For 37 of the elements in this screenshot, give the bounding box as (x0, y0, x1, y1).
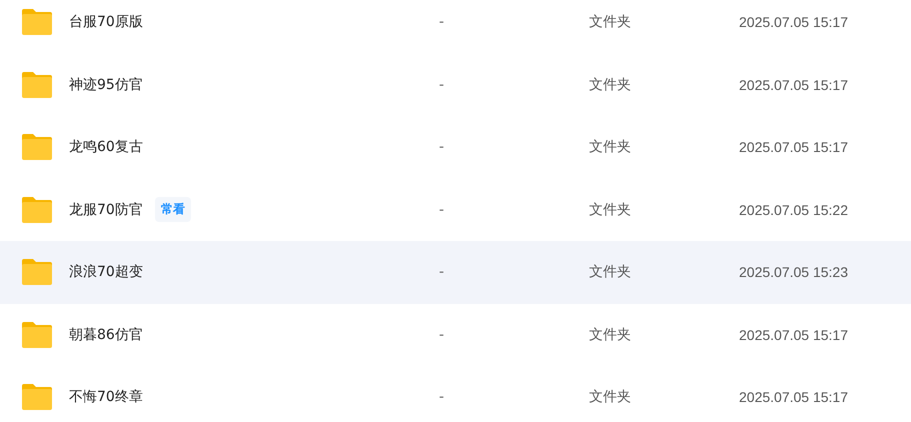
size-cell-text: - (439, 389, 446, 406)
date-cell: 2025.07.05 15:17 (739, 76, 848, 93)
type-cell-text: 文件夹 (589, 388, 632, 406)
folder-icon (22, 72, 52, 98)
type-cell-text: 文件夹 (589, 138, 632, 156)
date-cell: 2025.07.05 15:17 (739, 326, 848, 343)
size-cell-text: - (439, 264, 446, 280)
file-row[interactable]: 浪浪70超变 - 文件夹 2025.07.05 15:23 (0, 241, 911, 304)
type-cell-text: 文件夹 (589, 13, 632, 32)
size-cell-text: - (439, 139, 446, 156)
date-cell: 2025.07.05 15:22 (739, 202, 848, 218)
size-cell-text: - (439, 326, 446, 343)
type-cell-text: 文件夹 (589, 200, 632, 219)
folder-icon (22, 134, 52, 160)
type-cell-text: 文件夹 (589, 263, 632, 282)
size-cell-text: - (439, 14, 446, 30)
folder-name: 台服70原版 (69, 13, 143, 32)
date-cell: 2025.07.05 15:17 (739, 389, 848, 406)
folder-name: 浪浪70超变 (69, 263, 143, 282)
folder-name: 朝暮86仿官 (69, 326, 143, 344)
size-cell-text: - (439, 202, 446, 218)
folder-icon (22, 259, 52, 286)
size-cell-text: - (439, 76, 446, 93)
folder-icon (22, 196, 52, 223)
date-cell: 2025.07.05 15:23 (739, 264, 848, 280)
folder-name: 不悔70终章 (69, 388, 143, 406)
date-cell: 2025.07.05 15:17 (739, 14, 848, 30)
type-cell-text: 文件夹 (589, 76, 632, 94)
folder-icon (22, 384, 52, 410)
folder-icon (22, 9, 52, 36)
folder-name: 龙鸣60复古 (69, 138, 143, 156)
folder-icon (22, 322, 52, 348)
folder-name: 龙服70防官 (69, 200, 143, 219)
tag-label: 常看 (154, 197, 191, 222)
type-cell-text: 文件夹 (589, 326, 632, 344)
date-cell: 2025.07.05 15:17 (739, 139, 848, 156)
folder-name: 神迹95仿官 (69, 76, 143, 94)
